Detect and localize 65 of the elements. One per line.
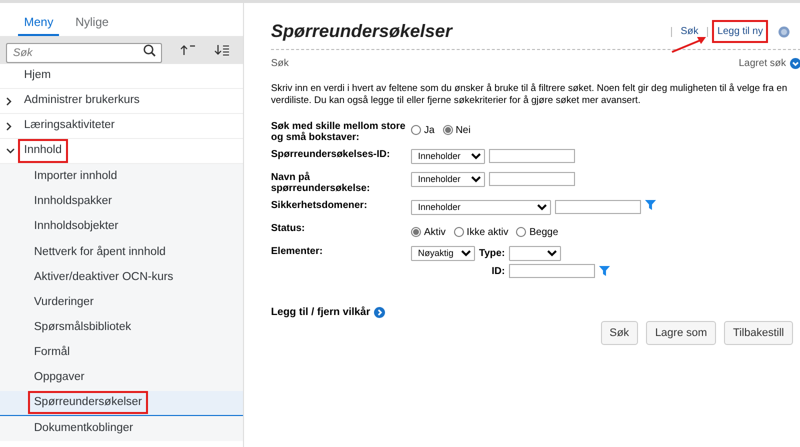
submenu-item[interactable]: Oppgaver <box>28 366 91 390</box>
submenu-item[interactable]: Innholdspakker <box>28 190 118 214</box>
option-label: Ja <box>424 124 435 138</box>
instruction-text: Skriv inn en verdi i hvert av feltene som du ønsker å bruke til å filtrere søket. Noen felt gir deg muligheten til å velge fra en verdiliste. Du kan også legge til eller fjerne søkekriterier for å gjøre søket mer avansert. <box>271 83 788 107</box>
option-label: Ikke aktiv <box>466 226 508 240</box>
input-field[interactable] <box>508 264 595 278</box>
submenu-item[interactable]: Aktiver/deaktiver OCN-kurs <box>28 266 180 289</box>
add-remove-link[interactable]: Legg til / fjern vilkår <box>271 304 370 321</box>
action-button[interactable]: Lagre som <box>646 320 716 346</box>
menu-item[interactable]: Læringsaktiviteter <box>18 114 121 138</box>
sidebar-tab[interactable]: Nylige <box>69 11 115 36</box>
chevron-down-icon[interactable] <box>6 148 15 154</box>
menu-item[interactable]: Hjem <box>18 64 57 88</box>
submenu-item[interactable]: Dokumentkoblinger <box>28 416 140 440</box>
input-field[interactable] <box>555 200 641 214</box>
submenu-item[interactable]: Nettverk for åpent innhold <box>28 240 172 264</box>
action-button[interactable]: Tilbakestill <box>724 320 793 346</box>
search-icon[interactable] <box>143 44 156 57</box>
input-field[interactable] <box>489 148 575 163</box>
dropdown-field[interactable]: Nøyaktig <box>411 246 475 261</box>
dropdown-field[interactable]: Inneholder <box>411 148 485 164</box>
radio-button[interactable] <box>442 125 453 136</box>
field-label: Søk med skille mellom store og små bokstaver: <box>271 120 406 144</box>
dropdown-field[interactable]: Inneholder <box>411 172 485 187</box>
sort-ascending-icon[interactable] <box>180 44 196 56</box>
field-label: Navn på spørreundersøkelse: <box>271 172 371 195</box>
radio-button[interactable] <box>516 227 526 238</box>
filter-icon[interactable] <box>645 200 656 210</box>
section-label: Søk <box>271 57 289 71</box>
filter-icon[interactable] <box>598 266 610 276</box>
help-icon[interactable] <box>778 26 790 38</box>
submenu-item[interactable]: Spørsmålsbibliotek <box>28 316 138 340</box>
radio-button[interactable] <box>411 227 421 238</box>
field-label: Sikkerhetsdomener: <box>271 200 368 213</box>
submenu-item[interactable]: Importer innhold <box>28 164 124 188</box>
field-label: Status: <box>271 222 306 236</box>
radio-button[interactable] <box>411 125 421 136</box>
submenu-item[interactable]: Spørreundersøkelser <box>28 391 148 414</box>
dropdown-field[interactable]: Inneholder <box>411 200 551 215</box>
down-arrow-icon[interactable] <box>790 58 800 69</box>
option-label: Nei <box>456 124 471 138</box>
id-label: ID: <box>490 264 505 279</box>
chevron-right-icon[interactable] <box>6 122 12 130</box>
annotation-arrow <box>671 35 707 53</box>
submenu-item[interactable]: Formål <box>28 341 76 365</box>
dropdown-field[interactable] <box>508 246 561 261</box>
menu-item[interactable]: Innhold <box>18 139 68 163</box>
option-label: Aktiv <box>424 226 446 240</box>
chevron-right-icon[interactable] <box>6 96 12 106</box>
input-field[interactable] <box>489 172 575 186</box>
header-link[interactable]: Legg til ny <box>712 20 768 43</box>
radio-button[interactable] <box>454 227 464 238</box>
action-button[interactable]: Søk <box>600 320 638 346</box>
field-label: Elementer: <box>271 246 324 259</box>
saved-search-link[interactable]: Lagret søk <box>738 56 786 71</box>
submenu-item[interactable]: Vurderinger <box>28 290 100 314</box>
type-label: Type: <box>479 246 505 261</box>
field-label: Spørreundersøkelses-ID: <box>271 148 391 162</box>
sort-descending-icon[interactable] <box>214 44 230 56</box>
submenu-item[interactable]: Innholdsobjekter <box>28 215 124 239</box>
search-field[interactable]: Søk <box>6 43 162 63</box>
option-label: Begge <box>529 226 558 240</box>
menu-item[interactable]: Administrer brukerkurs <box>18 89 146 113</box>
header-link[interactable]: Søk <box>676 20 704 43</box>
page-title: Spørreundersøkelser <box>271 20 452 42</box>
